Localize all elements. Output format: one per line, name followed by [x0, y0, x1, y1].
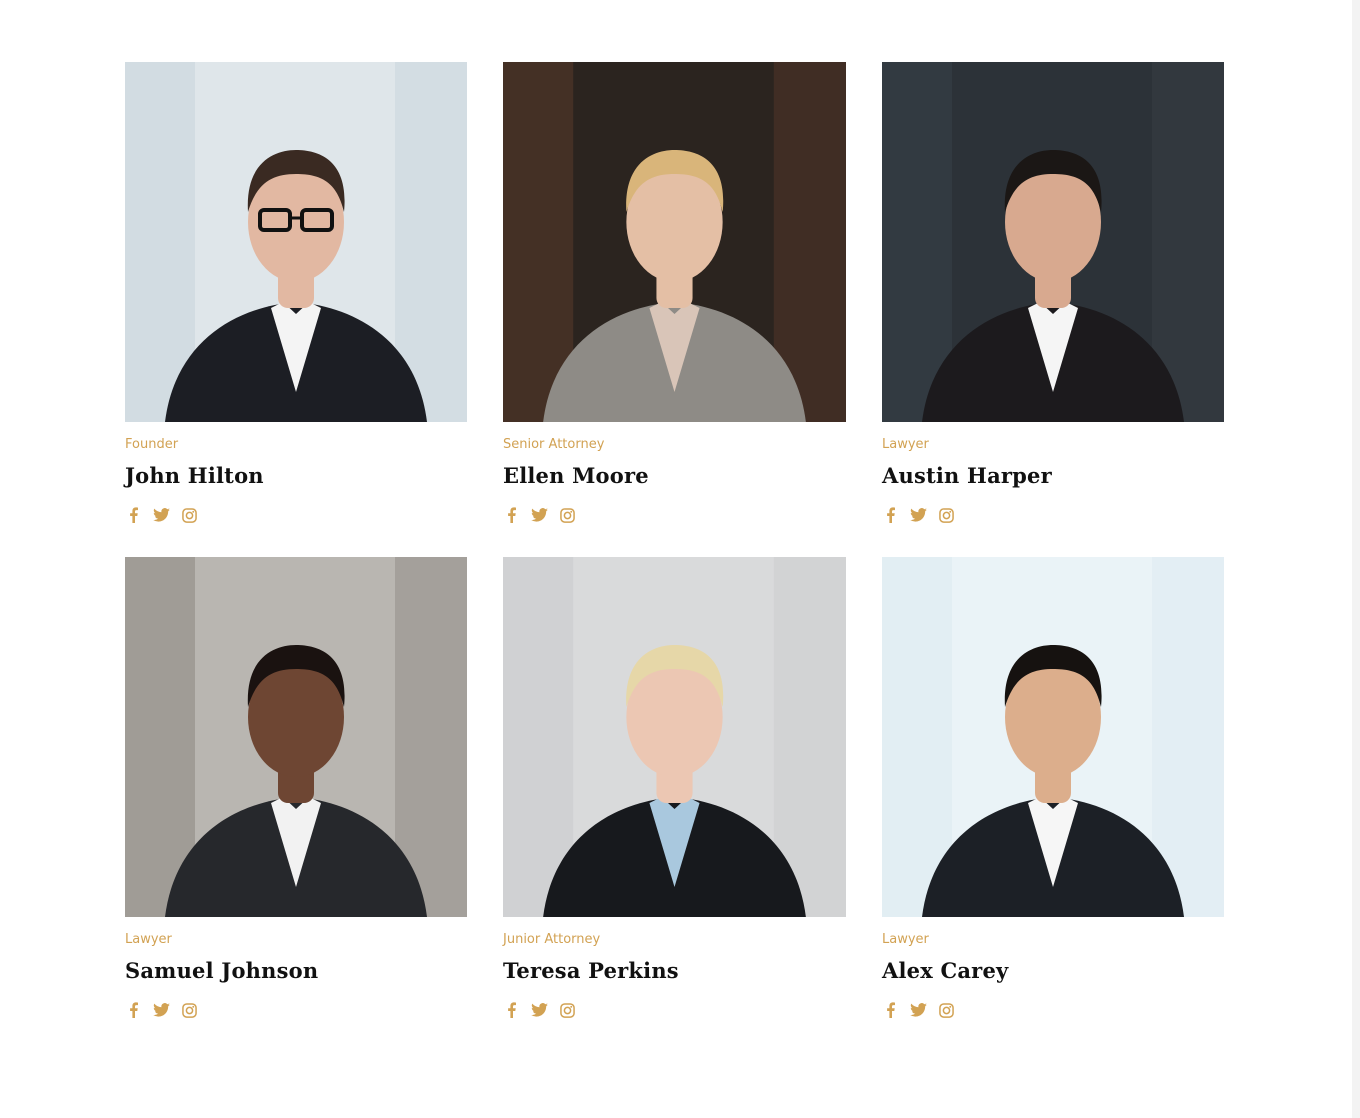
team-member-card: Lawyer Alex Carey [882, 557, 1224, 1052]
member-role: Lawyer [882, 932, 929, 947]
social-links [503, 1000, 846, 1020]
member-name: John Hilton [125, 463, 264, 488]
member-name: Austin Harper [882, 463, 1052, 488]
facebook-icon[interactable] [503, 507, 520, 524]
social-links [882, 505, 1224, 525]
instagram-icon[interactable] [181, 1002, 198, 1019]
team-grid: Founder John Hilton Senior Attorney Elle… [125, 62, 1224, 1052]
member-photo [503, 557, 846, 917]
member-name: Samuel Johnson [125, 958, 319, 983]
twitter-icon[interactable] [910, 1002, 927, 1019]
member-role: Junior Attorney [503, 932, 601, 947]
member-role: Lawyer [125, 932, 172, 947]
twitter-icon[interactable] [531, 507, 548, 524]
instagram-icon[interactable] [559, 1002, 576, 1019]
twitter-icon[interactable] [153, 1002, 170, 1019]
member-photo [125, 62, 467, 422]
team-member-card: Lawyer Austin Harper [882, 62, 1224, 557]
social-links [125, 1000, 467, 1020]
member-role: Senior Attorney [503, 437, 605, 452]
team-member-card: Founder John Hilton [125, 62, 467, 557]
facebook-icon[interactable] [125, 1002, 142, 1019]
social-links [125, 505, 467, 525]
instagram-icon[interactable] [938, 1002, 955, 1019]
member-name: Teresa Perkins [503, 958, 679, 983]
team-member-card: Senior Attorney Ellen Moore [503, 62, 846, 557]
twitter-icon[interactable] [531, 1002, 548, 1019]
member-photo [125, 557, 467, 917]
member-photo [882, 62, 1224, 422]
team-member-card: Junior Attorney Teresa Perkins [503, 557, 846, 1052]
team-member-card: Lawyer Samuel Johnson [125, 557, 467, 1052]
facebook-icon[interactable] [125, 507, 142, 524]
facebook-icon[interactable] [882, 507, 899, 524]
social-links [503, 505, 846, 525]
facebook-icon[interactable] [882, 1002, 899, 1019]
member-role: Founder [125, 437, 179, 452]
scrollbar-track[interactable] [1352, 0, 1360, 1118]
member-photo [503, 62, 846, 422]
member-name: Alex Carey [882, 958, 1009, 983]
social-links [882, 1000, 1224, 1020]
member-photo [882, 557, 1224, 917]
instagram-icon[interactable] [181, 507, 198, 524]
member-role: Lawyer [882, 437, 929, 452]
instagram-icon[interactable] [938, 507, 955, 524]
facebook-icon[interactable] [503, 1002, 520, 1019]
member-name: Ellen Moore [503, 463, 649, 488]
twitter-icon[interactable] [153, 507, 170, 524]
twitter-icon[interactable] [910, 507, 927, 524]
instagram-icon[interactable] [559, 507, 576, 524]
